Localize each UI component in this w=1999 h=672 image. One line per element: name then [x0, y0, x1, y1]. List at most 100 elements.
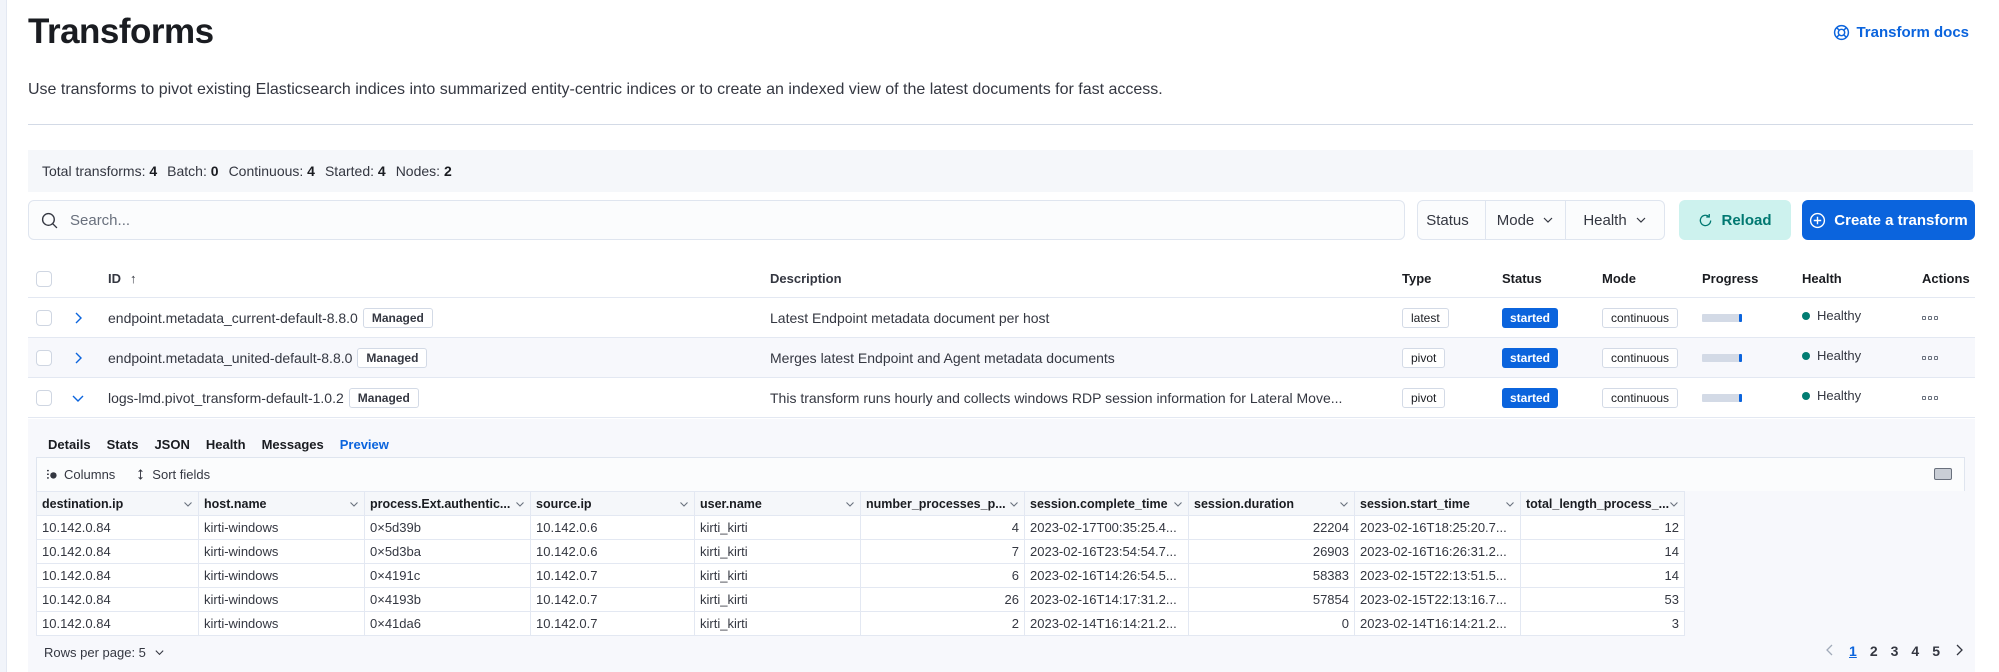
grid-column-header[interactable]: session.start_time — [1354, 491, 1521, 516]
grid-cell[interactable]: 10.142.0.84 — [36, 539, 199, 564]
transform-id[interactable]: endpoint.metadata_current-default-8.8.0 M… — [108, 307, 433, 328]
page-3-button[interactable]: 3 — [1891, 643, 1899, 659]
grid-cell[interactable]: 0×4191c — [364, 563, 531, 588]
expand-row-button[interactable] — [70, 350, 86, 366]
next-page-button[interactable] — [1953, 643, 1965, 659]
grid-cell[interactable]: 14 — [1520, 539, 1685, 564]
row-checkbox[interactable] — [36, 309, 52, 326]
grid-column-header[interactable]: user.name — [694, 491, 861, 516]
select-all-checkbox[interactable] — [36, 270, 52, 287]
reload-button[interactable]: Reload — [1679, 200, 1791, 240]
grid-cell[interactable]: 22204 — [1188, 515, 1355, 540]
grid-column-header[interactable]: process.Ext.authentic... — [364, 491, 531, 516]
grid-cell[interactable]: 0×4193b — [364, 587, 531, 612]
page-4-button[interactable]: 4 — [1911, 643, 1919, 659]
chevron-down-icon[interactable] — [845, 499, 855, 509]
transform-id[interactable]: endpoint.metadata_united-default-8.8.0 Ma… — [108, 347, 428, 368]
grid-column-header[interactable]: destination.ip — [36, 491, 199, 516]
row-actions-menu-icon[interactable] — [1922, 395, 1938, 400]
grid-column-header[interactable]: total_length_process_... — [1520, 491, 1685, 516]
grid-cell[interactable]: kirti_kirti — [694, 539, 861, 564]
grid-cell[interactable]: 7 — [860, 539, 1025, 564]
row-actions-menu-icon[interactable] — [1922, 315, 1938, 320]
grid-cell[interactable]: 2023-02-16T14:26:54.5... — [1024, 563, 1189, 588]
chevron-down-icon[interactable] — [679, 499, 689, 509]
grid-column-header[interactable]: source.ip — [530, 491, 695, 516]
grid-cell[interactable]: kirti_kirti — [694, 611, 861, 636]
create-transform-button[interactable]: Create a transform — [1802, 200, 1975, 240]
page-2-button[interactable]: 2 — [1870, 643, 1878, 659]
column-header-id[interactable]: ID ↑ — [108, 271, 137, 286]
grid-cell[interactable]: 53 — [1520, 587, 1685, 612]
grid-cell[interactable]: 10.142.0.6 — [530, 515, 695, 540]
grid-cell[interactable]: 2023-02-16T23:54:54.7... — [1024, 539, 1189, 564]
grid-cell[interactable]: 2 — [860, 611, 1025, 636]
grid-cell[interactable]: 12 — [1520, 515, 1685, 540]
grid-cell[interactable]: kirti-windows — [198, 563, 365, 588]
grid-cell[interactable]: 10.142.0.7 — [530, 587, 695, 612]
grid-cell[interactable]: kirti-windows — [198, 515, 365, 540]
grid-cell[interactable]: 2023-02-16T16:26:31.2... — [1354, 539, 1521, 564]
chevron-down-icon[interactable] — [1339, 499, 1349, 509]
grid-cell[interactable]: 0×41da6 — [364, 611, 531, 636]
grid-cell[interactable]: kirti_kirti — [694, 563, 861, 588]
grid-cell[interactable]: 10.142.0.84 — [36, 611, 199, 636]
expand-row-button[interactable] — [70, 310, 86, 326]
mode-filter-button[interactable]: Mode — [1486, 201, 1566, 239]
chevron-down-icon[interactable] — [1669, 499, 1679, 509]
grid-cell[interactable]: kirti_kirti — [694, 515, 861, 540]
grid-cell[interactable]: kirti-windows — [198, 587, 365, 612]
row-checkbox[interactable] — [36, 349, 52, 366]
grid-cell[interactable]: 14 — [1520, 563, 1685, 588]
grid-cell[interactable]: 58383 — [1188, 563, 1355, 588]
grid-cell[interactable]: kirti-windows — [198, 539, 365, 564]
grid-cell[interactable]: 3 — [1520, 611, 1685, 636]
grid-cell[interactable]: 10.142.0.84 — [36, 587, 199, 612]
row-actions-menu-icon[interactable] — [1922, 355, 1938, 360]
grid-cell[interactable]: 2023-02-17T00:35:25.4... — [1024, 515, 1189, 540]
grid-cell[interactable]: 2023-02-14T16:14:21.2... — [1354, 611, 1521, 636]
grid-cell[interactable]: 26903 — [1188, 539, 1355, 564]
grid-column-header[interactable]: number_processes_p... — [860, 491, 1025, 516]
grid-cell[interactable]: 26 — [860, 587, 1025, 612]
grid-cell[interactable]: 10.142.0.6 — [530, 539, 695, 564]
grid-cell[interactable]: 0 — [1188, 611, 1355, 636]
previous-page-button[interactable] — [1824, 643, 1836, 659]
grid-cell[interactable]: 2023-02-16T18:25:20.7... — [1354, 515, 1521, 540]
grid-cell[interactable]: 0×5d3ba — [364, 539, 531, 564]
grid-cell[interactable]: 10.142.0.84 — [36, 563, 199, 588]
page-1-button[interactable]: 1 — [1849, 643, 1857, 659]
grid-cell[interactable]: 10.142.0.84 — [36, 515, 199, 540]
search-input[interactable] — [70, 211, 1370, 229]
grid-column-header[interactable]: session.duration — [1188, 491, 1355, 516]
grid-cell[interactable]: 57854 — [1188, 587, 1355, 612]
grid-cell[interactable]: 2023-02-15T22:13:16.7... — [1354, 587, 1521, 612]
page-5-button[interactable]: 5 — [1932, 643, 1940, 659]
chevron-down-icon[interactable] — [349, 499, 359, 509]
grid-cell[interactable]: 10.142.0.7 — [530, 563, 695, 588]
grid-cell[interactable]: 2023-02-15T22:13:51.5... — [1354, 563, 1521, 588]
grid-cell[interactable]: 0×5d39b — [364, 515, 531, 540]
keyboard-shortcuts-icon[interactable] — [1934, 468, 1952, 480]
chevron-down-icon[interactable] — [183, 499, 193, 509]
transform-docs-link[interactable]: Transform docs — [1833, 24, 1969, 41]
grid-cell[interactable]: 2023-02-16T14:17:31.2... — [1024, 587, 1189, 612]
grid-cell[interactable]: 6 — [860, 563, 1025, 588]
health-filter-button[interactable]: Health — [1566, 201, 1664, 239]
grid-cell[interactable]: kirti-windows — [198, 611, 365, 636]
chevron-down-icon[interactable] — [1173, 499, 1183, 509]
chevron-down-icon[interactable] — [1009, 499, 1019, 509]
status-filter-button[interactable]: Status — [1418, 201, 1486, 239]
sort-fields-button[interactable]: Sort fields — [135, 467, 210, 482]
row-checkbox[interactable] — [36, 389, 52, 406]
transform-id[interactable]: logs-lmd.pivot_transform-default-1.0.2 Ma… — [108, 387, 419, 408]
grid-column-header[interactable]: host.name — [198, 491, 365, 516]
chevron-down-icon[interactable] — [1505, 499, 1515, 509]
collapse-row-button[interactable] — [70, 390, 86, 406]
chevron-down-icon[interactable] — [515, 499, 525, 509]
grid-cell[interactable]: 4 — [860, 515, 1025, 540]
grid-cell[interactable]: kirti_kirti — [694, 587, 861, 612]
grid-column-header[interactable]: session.complete_time — [1024, 491, 1189, 516]
grid-cell[interactable]: 10.142.0.7 — [530, 611, 695, 636]
rows-per-page-button[interactable]: Rows per page: 5 — [44, 645, 165, 660]
